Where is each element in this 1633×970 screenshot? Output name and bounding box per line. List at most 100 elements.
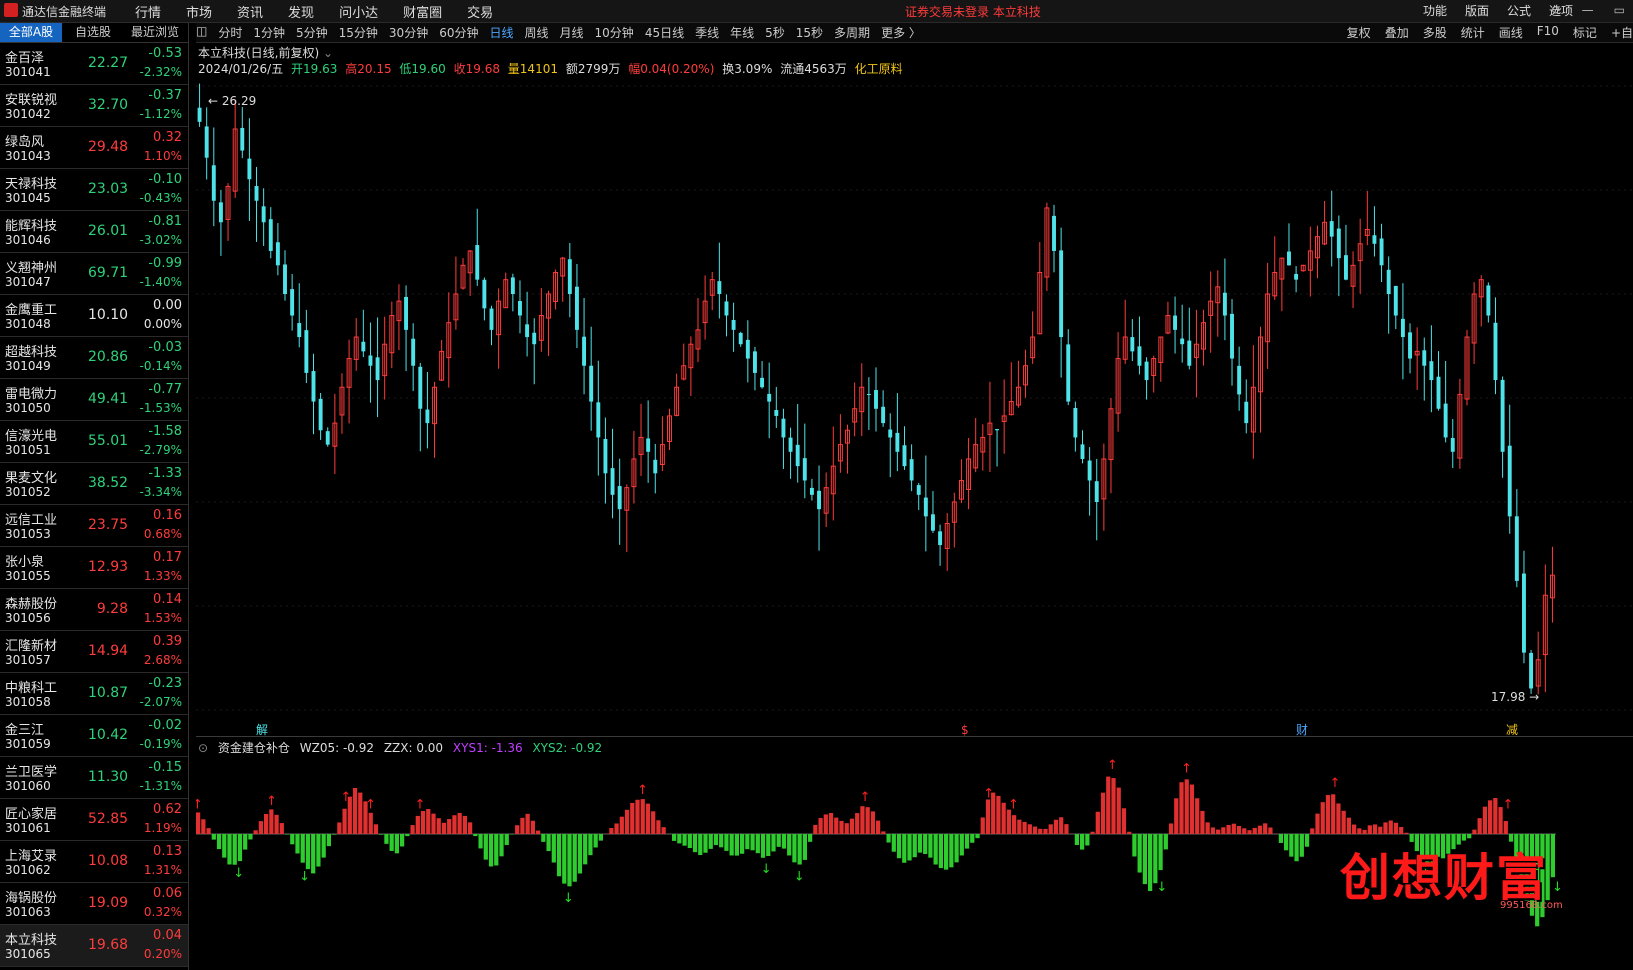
menu-item-market-quotes[interactable]: 行情 bbox=[135, 2, 161, 21]
stock-list-item[interactable]: 匠心家居 301061 52.85 0.62 1.19% bbox=[0, 799, 188, 841]
period-tab[interactable]: 更多 〉 bbox=[881, 24, 921, 41]
histogram-bar bbox=[896, 834, 902, 859]
histogram-bar bbox=[677, 834, 682, 844]
period-tab[interactable]: 多周期 bbox=[834, 24, 870, 41]
info-sector[interactable]: 化工原料 bbox=[855, 62, 903, 76]
stock-list-item[interactable]: 雷电微力 301050 49.41 -0.77 -1.53% bbox=[0, 379, 188, 421]
stock-list-item[interactable]: 汇隆新材 301057 14.94 0.39 2.68% bbox=[0, 631, 188, 673]
menu-item-function[interactable]: 功能 bbox=[1423, 2, 1447, 19]
indicator-name[interactable]: 资金建仓补仓 bbox=[218, 741, 290, 755]
histogram-bar bbox=[211, 834, 216, 840]
period-tab[interactable]: 10分钟 bbox=[595, 24, 634, 41]
stock-list-item[interactable]: 天禄科技 301045 23.03 -0.10 -0.43% bbox=[0, 169, 188, 211]
period-tab[interactable]: 30分钟 bbox=[389, 24, 428, 41]
period-tab[interactable]: 1分钟 bbox=[253, 24, 285, 41]
minimize-icon[interactable]: — bbox=[1582, 3, 1594, 17]
sell-arrow-icon: ↓ bbox=[794, 869, 805, 884]
dropdown-icon[interactable]: ⌄ bbox=[323, 46, 333, 60]
indicator-wz05: WZ05: -0.92 bbox=[299, 741, 374, 755]
stock-list-item[interactable]: 金鹰重工 301048 10.10 0.00 0.00% bbox=[0, 295, 188, 337]
menu-item-market[interactable]: 市场 bbox=[186, 2, 212, 21]
period-tab[interactable]: 月线 bbox=[560, 24, 584, 41]
candle-body bbox=[297, 323, 302, 338]
stock-list-item[interactable]: 中粮科工 301058 10.87 -0.23 -2.07% bbox=[0, 673, 188, 715]
sidebar-toggle-icon[interactable]: ◫ bbox=[196, 24, 207, 41]
indicator-toggle-icon[interactable]: ⊙ bbox=[198, 741, 208, 755]
menu-item-news[interactable]: 资讯 bbox=[237, 2, 263, 21]
menu-item-trade[interactable]: 交易 bbox=[467, 2, 493, 21]
candle-body bbox=[375, 357, 380, 381]
stock-price: 9.28 bbox=[96, 601, 128, 617]
stock-list-item[interactable]: 本立科技 301065 19.68 0.04 0.20% bbox=[0, 925, 188, 967]
stock-list-item[interactable]: 信濠光电 301051 55.01 -1.58 -2.79% bbox=[0, 421, 188, 463]
buy-arrow-icon: ↑ bbox=[1008, 797, 1019, 812]
candle-body bbox=[1237, 365, 1242, 395]
stock-change: 0.13 bbox=[153, 844, 182, 859]
period-tab[interactable]: 45日线 bbox=[645, 24, 684, 41]
stock-list-item[interactable]: 能辉科技 301046 26.01 -0.81 -3.02% bbox=[0, 211, 188, 253]
candle-body bbox=[268, 219, 273, 251]
stock-list-item[interactable]: 远信工业 301053 23.75 0.16 0.68% bbox=[0, 505, 188, 547]
menu-item-wealth-circle[interactable]: 财富圈 bbox=[403, 2, 442, 21]
histogram-bar bbox=[1080, 834, 1085, 850]
histogram-bar bbox=[410, 825, 415, 834]
login-alert[interactable]: 证券交易未登录 本立科技 bbox=[905, 3, 1041, 20]
chart-tool-button[interactable]: 叠加 bbox=[1385, 24, 1409, 41]
period-tab[interactable]: 日线 bbox=[489, 24, 513, 41]
stock-list-item[interactable]: 超越科技 301049 20.86 -0.03 -0.14% bbox=[0, 337, 188, 379]
candle-body bbox=[781, 418, 786, 438]
stock-change: -0.02 bbox=[148, 718, 182, 733]
kline-chart[interactable]: ← 26.2917.98 →解 $ 财减↑↓↑↓↑ ↑ ↑↓↑↓ ↓↑ ↑↑↑↓↑↑↓↑↓ ↓ bbox=[196, 78, 1633, 970]
histogram-bar bbox=[274, 814, 279, 834]
stock-price: 20.86 bbox=[88, 349, 129, 365]
period-tab[interactable]: 5分钟 bbox=[296, 24, 328, 41]
histogram-bar bbox=[305, 834, 311, 870]
menu-item-discover[interactable]: 发现 bbox=[288, 2, 314, 21]
period-tab[interactable]: 季线 bbox=[695, 24, 719, 41]
chart-tool-button[interactable]: 统计 bbox=[1461, 24, 1485, 41]
stock-list-item[interactable]: 果麦文化 301052 38.52 -1.33 -3.34% bbox=[0, 463, 188, 505]
histogram-bar bbox=[1488, 800, 1493, 834]
stock-list-item[interactable]: 兰卫医学 301060 11.30 -0.15 -1.31% bbox=[0, 757, 188, 799]
histogram-bar bbox=[959, 834, 964, 856]
histogram-bar bbox=[1336, 803, 1341, 834]
histogram-bar bbox=[290, 834, 295, 845]
stock-list-item[interactable]: 上海艾录 301062 10.08 0.13 1.31% bbox=[0, 841, 188, 883]
restore-icon[interactable]: ▭ bbox=[1614, 3, 1625, 17]
tab-all-a-shares[interactable]: 全部A股 bbox=[0, 23, 62, 42]
period-tab[interactable]: 周线 bbox=[525, 24, 549, 41]
chart-tool-button[interactable]: 画线 bbox=[1499, 24, 1523, 41]
chart-tool-button[interactable]: 多股 bbox=[1423, 24, 1447, 41]
candle-body bbox=[582, 336, 587, 366]
chart-tool-button[interactable]: +自 bbox=[1611, 24, 1633, 41]
period-tab[interactable]: 15秒 bbox=[796, 24, 823, 41]
stock-list-item[interactable]: 金百泽 301041 22.27 -0.53 -2.32% bbox=[0, 43, 188, 85]
histogram-bar bbox=[1116, 787, 1121, 834]
stock-list-item[interactable]: 张小泉 301055 12.93 0.17 1.33% bbox=[0, 547, 188, 589]
chart-tool-button[interactable]: F10 bbox=[1537, 24, 1559, 41]
histogram-bar bbox=[719, 834, 724, 848]
menu-item-formula[interactable]: 公式 bbox=[1507, 2, 1531, 19]
stock-list-item[interactable]: 森赫股份 301056 9.28 0.14 1.53% bbox=[0, 589, 188, 631]
stock-list-item[interactable]: 绿岛风 301043 29.48 0.32 1.10% bbox=[0, 127, 188, 169]
stock-list-item[interactable]: 义翘神州 301047 69.71 -0.99 -1.40% bbox=[0, 253, 188, 295]
menu-item-layout[interactable]: 版面 bbox=[1465, 2, 1489, 19]
refresh-icon[interactable]: ⟳ bbox=[1552, 3, 1562, 17]
tab-watchlist[interactable]: 自选股 bbox=[62, 23, 124, 42]
period-tab[interactable]: 60分钟 bbox=[439, 24, 478, 41]
period-tab[interactable]: 5秒 bbox=[765, 24, 785, 41]
period-tab[interactable]: 分时 bbox=[218, 24, 242, 41]
menu-item-assistant[interactable]: 问小达 bbox=[339, 2, 378, 21]
histogram-bar bbox=[1252, 827, 1257, 834]
period-tab[interactable]: 15分钟 bbox=[339, 24, 378, 41]
stock-list-item[interactable]: 金三江 301059 10.42 -0.02 -0.19% bbox=[0, 715, 188, 757]
stock-list-item[interactable]: 安联锐视 301042 32.70 -0.37 -1.12% bbox=[0, 85, 188, 127]
stock-list-item[interactable]: 海锅股份 301063 19.09 0.06 0.32% bbox=[0, 883, 188, 925]
period-tab[interactable]: 年线 bbox=[730, 24, 754, 41]
chart-tool-button[interactable]: 标记 bbox=[1573, 24, 1597, 41]
histogram-bar bbox=[1278, 834, 1283, 843]
tab-recent[interactable]: 最近浏览 bbox=[124, 23, 186, 42]
chart-tool-button[interactable]: 复权 bbox=[1347, 24, 1371, 41]
chart-title-text: 本立科技(日线,前复权) bbox=[198, 46, 320, 60]
stock-change: -0.15 bbox=[148, 760, 182, 775]
